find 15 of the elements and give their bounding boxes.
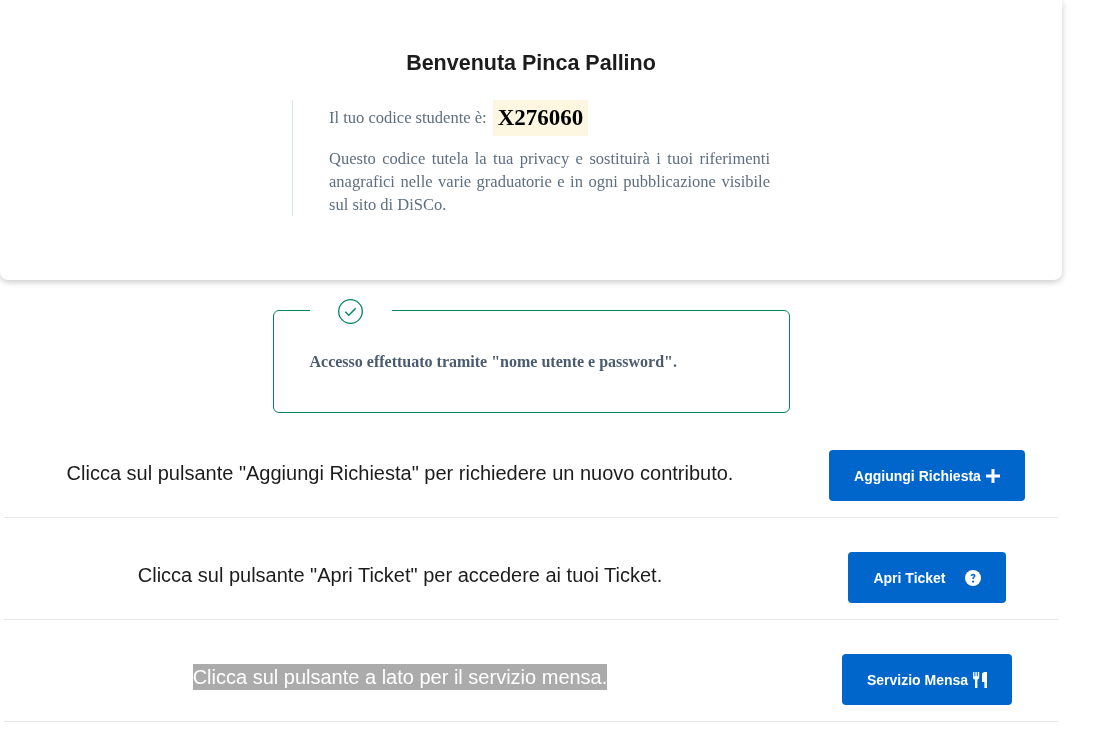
check-circle-icon xyxy=(338,298,363,324)
plus-icon xyxy=(985,468,1000,483)
open-ticket-button[interactable]: Apri Ticket xyxy=(848,552,1006,603)
student-code: X276060 xyxy=(492,100,589,136)
code-description: Questo codice tutela la tua privacy e sostituirà i tuoi riferimenti anagrafici nelle varie graduatorie e in ogni pubblicazione visibile sul sito di DiSCo. xyxy=(329,148,770,216)
student-code-label: Il tuo codice studente è: xyxy=(329,108,487,128)
instruction-text: Clicca sul pulsante "Aggiungi Richiesta" per richiedere un nuovo contributo. xyxy=(66,460,734,486)
add-request-button[interactable]: Aggiungi Richiesta xyxy=(829,450,1025,501)
instruction-text: Clicca sul pulsante a lato per il servizio mensa. xyxy=(192,663,608,690)
fork-knife-icon xyxy=(973,671,988,688)
alert-message: Accesso effettuato tramite "nome utente e password". xyxy=(309,352,677,371)
welcome-title: Benvenuta Pinca Pallino xyxy=(406,50,656,77)
help-icon xyxy=(964,569,981,586)
canteen-service-button[interactable]: Servizio Mensa xyxy=(841,654,1013,705)
instruction-text: Clicca sul pulsante "Apri Ticket" per accedere ai tuoi Ticket. xyxy=(137,562,663,588)
